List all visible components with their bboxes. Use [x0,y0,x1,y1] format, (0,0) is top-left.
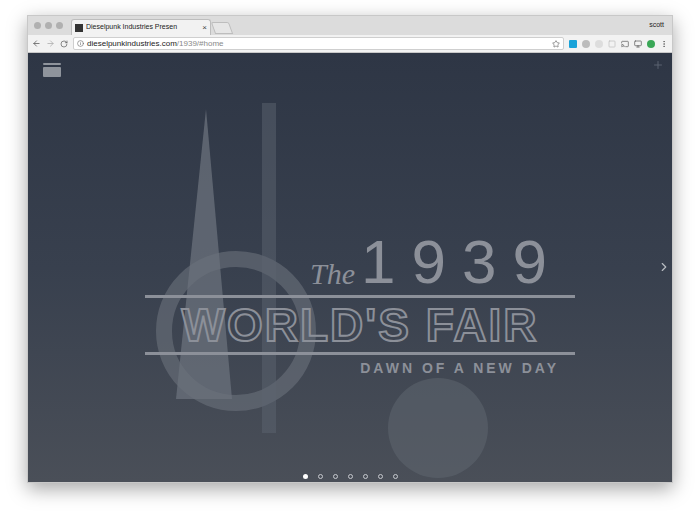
logo-tagline: DAWN OF A NEW DAY [360,361,559,375]
url: dieselpunkindustries.com/1939/#home [87,40,224,48]
screen-icon[interactable] [634,40,642,48]
logo-title-band: WORLD'S FAIR [145,295,575,355]
back-icon[interactable] [32,39,41,48]
logo-the: The [310,259,355,289]
menu-icon[interactable] [660,40,668,48]
favicon-icon [75,24,83,32]
minimize-dot[interactable] [45,22,52,29]
info-icon[interactable] [77,40,84,47]
extension-cloud-icon[interactable] [582,40,590,48]
cast-icon[interactable] [621,40,629,48]
extension-square-icon[interactable] [608,40,616,48]
extension-green-icon[interactable] [647,40,655,48]
extension-download-icon[interactable] [569,40,577,48]
slide-dot[interactable] [318,474,323,479]
reload-icon[interactable] [60,40,68,48]
tab-close[interactable]: × [202,24,207,32]
bookmark-star-icon[interactable] [552,40,560,48]
toolbar: dieselpunkindustries.com/1939/#home [28,35,672,53]
forward-icon[interactable] [46,39,55,48]
slide-dot[interactable] [378,474,383,479]
browser-tab[interactable]: Dieselpunk Industries Presen× [71,19,211,35]
slide-dot[interactable] [363,474,368,479]
fair-logo: The1939 WORLD'S FAIR DAWN OF A NEW DAY [145,231,575,375]
profile-name[interactable]: scott [649,20,666,31]
slide-dot[interactable] [348,474,353,479]
close-dot[interactable] [34,22,41,29]
new-tab-button[interactable] [211,22,233,34]
browser-window: Dieselpunk Industries Presen× scott diesel… [27,15,673,483]
page-content: The1939 WORLD'S FAIR DAWN OF A NEW DAY [28,53,672,482]
tab-strip: Dieselpunk Industries Presen× scott [28,16,672,35]
slide-dots [28,474,672,479]
slide-dot[interactable] [303,474,308,479]
extension-gray-icon[interactable] [595,40,603,48]
address-bar[interactable]: dieselpunkindustries.com/1939/#home [73,37,564,50]
slide-dot[interactable] [393,474,398,479]
slides-menu-button[interactable] [43,63,61,77]
add-icon[interactable] [652,59,664,71]
next-slide-icon[interactable] [657,257,671,277]
logo-year: 1939 [361,231,563,293]
zoom-dot[interactable] [56,22,63,29]
logo-title: WORLD'S FAIR [182,300,539,350]
slide-dot[interactable] [333,474,338,479]
screen: Dieselpunk Industries Presen× scott diesel… [0,0,700,522]
tab-title: Dieselpunk Industries Presen [86,22,199,33]
